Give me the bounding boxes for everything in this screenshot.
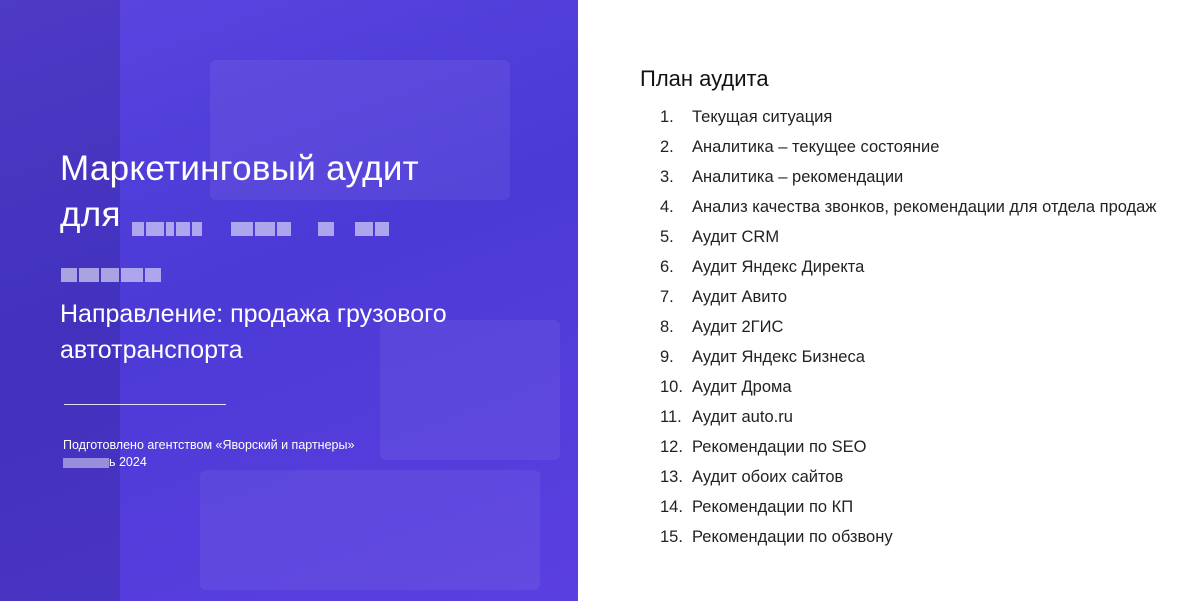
plan-item-number: 4. [660, 198, 674, 216]
plan-item-number: 5. [660, 228, 674, 246]
plan-item-text: Аудит Дрома [692, 378, 792, 396]
plan-item: 11. Аудит auto.ru [660, 402, 1160, 432]
plan-item-number: 2. [660, 138, 674, 156]
plan-item-number: 8. [660, 318, 674, 336]
plan-item: 14. Рекомендации по КП [660, 492, 1160, 522]
plan-item-text: Аудит 2ГИС [692, 318, 784, 336]
prepared-by-block: Подготовлено агентством «Яворский и парт… [63, 437, 543, 471]
plan-item-text: Аудит auto.ru [692, 408, 793, 426]
plan-item: 4. Анализ качества звонков, рекомендации … [660, 192, 1160, 222]
plan-item-text: Текущая ситуация [692, 108, 833, 126]
plan-item-text: Аудит Авито [692, 288, 788, 306]
plan-item: 6. Аудит Яндекс Директа [660, 252, 1160, 282]
plan-item-text: Аудит Яндекс Директа [692, 258, 865, 276]
plan-item-number: 7. [660, 288, 674, 306]
plan-item-number: 12. [660, 438, 683, 456]
plan-item-text: Рекомендации по SEO [692, 438, 867, 456]
prepared-by-text: Подготовлено агентством «Яворский и парт… [63, 438, 355, 452]
plan-list: 1. Текущая ситуация 2. Аналитика – текущее… [660, 102, 1160, 552]
redacted-client-name-line2 [60, 248, 162, 282]
plan-item-text: Аналитика – рекомендации [692, 168, 904, 186]
plan-item-text: Аудит Яндекс Бизнеса [692, 348, 865, 366]
plan-item: 9. Аудит Яндекс Бизнеса [660, 342, 1160, 372]
plan-item-number: 10. [660, 378, 683, 396]
plan-item-text: Аналитика – текущее состояние [692, 138, 940, 156]
plan-item-number: 11. [660, 408, 682, 426]
plan-item-text: Рекомендации по КП [692, 498, 854, 516]
date-text: ь 2024 [109, 455, 147, 469]
plan-item: 10. Аудит Дрома [660, 372, 1160, 402]
plan-item-text: Аудит CRM [692, 228, 780, 246]
plan-item: 13. Аудит обоих сайтов [660, 462, 1160, 492]
cover-title-line1: Маркетинговый аудит [60, 149, 419, 188]
plan-item-number: 13. [660, 468, 683, 486]
plan-item: 5. Аудит CRM [660, 222, 1160, 252]
plan-title: План аудита [640, 66, 769, 91]
divider-line [64, 404, 226, 405]
plan-item: 15. Рекомендации по обзвону [660, 522, 1160, 552]
plan-item: 2. Аналитика – текущее состояние [660, 132, 1160, 162]
cover-title: Маркетинговый аудит для [60, 146, 560, 284]
cover-panel: Маркетинговый аудит для Направление: про… [0, 0, 578, 601]
redacted-client-name [131, 202, 390, 236]
plan-item-number: 6. [660, 258, 674, 276]
plan-item-number: 14. [660, 498, 683, 516]
background-photo-overlay [200, 470, 540, 590]
plan-item-text: Анализ качества звонков, рекомендации дл… [692, 198, 1157, 216]
plan-item: 8. Аудит 2ГИС [660, 312, 1160, 342]
plan-item-text: Аудит обоих сайтов [692, 468, 844, 486]
plan-item-number: 1. [660, 108, 674, 126]
plan-item-number: 9. [660, 348, 674, 366]
plan-item: 3. Аналитика – рекомендации [660, 162, 1160, 192]
cover-title-for: для [60, 195, 121, 234]
plan-item: 7. Аудит Авито [660, 282, 1160, 312]
plan-item: 12. Рекомендации по SEO [660, 432, 1160, 462]
plan-item: 1. Текущая ситуация [660, 102, 1160, 132]
redacted-month [63, 457, 109, 468]
direction-subtitle: Направление: продажа грузового автотранс… [60, 300, 447, 364]
plan-item-number: 3. [660, 168, 674, 186]
plan-item-text: Рекомендации по обзвону [692, 528, 893, 546]
plan-item-number: 15. [660, 528, 683, 546]
